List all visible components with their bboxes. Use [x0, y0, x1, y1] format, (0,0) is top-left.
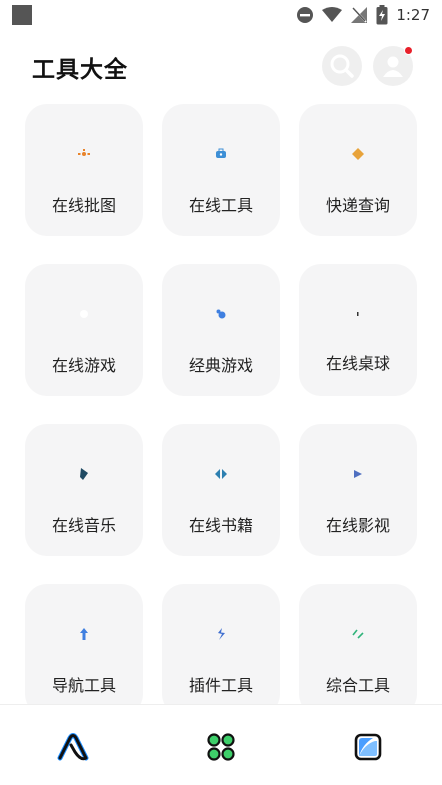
nav-gallery[interactable] — [348, 727, 388, 767]
tile-label: 在线游戏 — [51, 356, 116, 375]
tile-online-games[interactable]: 在线游戏 — [25, 264, 143, 396]
profile-icon — [383, 56, 403, 77]
arrow-up-icon — [74, 624, 94, 644]
search-button[interactable] — [322, 46, 362, 86]
tile-label: 快递查询 — [325, 196, 390, 215]
tile-online-billiards[interactable]: 在线桌球 — [299, 264, 417, 396]
tile-label: 在线影视 — [325, 516, 390, 535]
page-title: 工具大全 — [32, 57, 128, 83]
tile-label: 在线音乐 — [51, 516, 116, 535]
header: 工具大全 — [0, 40, 442, 96]
bottom-nav — [0, 704, 442, 785]
tile-label: 在线桌球 — [325, 354, 390, 373]
billiards-icon — [348, 304, 368, 324]
music-icon — [74, 464, 94, 484]
app-icon — [12, 5, 32, 25]
tile-online-books[interactable]: 在线书籍 — [162, 424, 280, 556]
status-time: 1:27 — [396, 6, 430, 24]
tile-express-query[interactable]: 快递查询 — [299, 104, 417, 236]
tool-grid: 在线批图 在线工具 快递查询 在线游戏 经典游戏 在线桌球 在线音乐 在线书籍 … — [25, 104, 417, 704]
apps-grid-icon — [207, 733, 235, 761]
plugin-icon — [211, 624, 231, 644]
profile-button[interactable] — [373, 46, 413, 86]
do-not-disturb-icon — [297, 7, 314, 23]
dot-icon — [74, 304, 94, 324]
nav-home[interactable] — [53, 727, 93, 767]
tile-online-image-edit[interactable]: 在线批图 — [25, 104, 143, 236]
battery-charging-icon — [376, 5, 388, 25]
tile-label: 插件工具 — [188, 676, 253, 695]
toolbox-icon — [211, 144, 231, 164]
tile-label: 导航工具 — [51, 676, 116, 695]
no-signal-icon — [351, 7, 368, 23]
search-icon — [330, 54, 354, 78]
tile-classic-games[interactable]: 经典游戏 — [162, 264, 280, 396]
tile-label: 在线书籍 — [188, 516, 253, 535]
tile-general-tools[interactable]: 综合工具 — [299, 584, 417, 704]
tools-icon — [348, 624, 368, 644]
tile-online-tools[interactable]: 在线工具 — [162, 104, 280, 236]
home-logo-icon — [57, 733, 89, 761]
tile-online-music[interactable]: 在线音乐 — [25, 424, 143, 556]
image-edit-icon — [74, 144, 94, 164]
notification-dot — [404, 46, 413, 55]
tile-label: 综合工具 — [325, 676, 390, 695]
tile-label: 在线批图 — [51, 196, 116, 215]
tile-plugin-tools[interactable]: 插件工具 — [162, 584, 280, 704]
gallery-icon — [354, 733, 382, 761]
diamond-icon — [348, 144, 368, 164]
nav-apps[interactable] — [201, 727, 241, 767]
status-bar: 1:27 — [0, 0, 442, 30]
wifi-icon — [322, 7, 343, 22]
status-icons: 1:27 — [296, 4, 430, 26]
tile-online-video[interactable]: 在线影视 — [299, 424, 417, 556]
book-icon — [211, 464, 231, 484]
tile-label: 经典游戏 — [188, 356, 253, 375]
play-icon — [348, 464, 368, 484]
tile-navigation-tools[interactable]: 导航工具 — [25, 584, 143, 704]
tile-label: 在线工具 — [188, 196, 253, 215]
game-icon — [211, 304, 231, 324]
